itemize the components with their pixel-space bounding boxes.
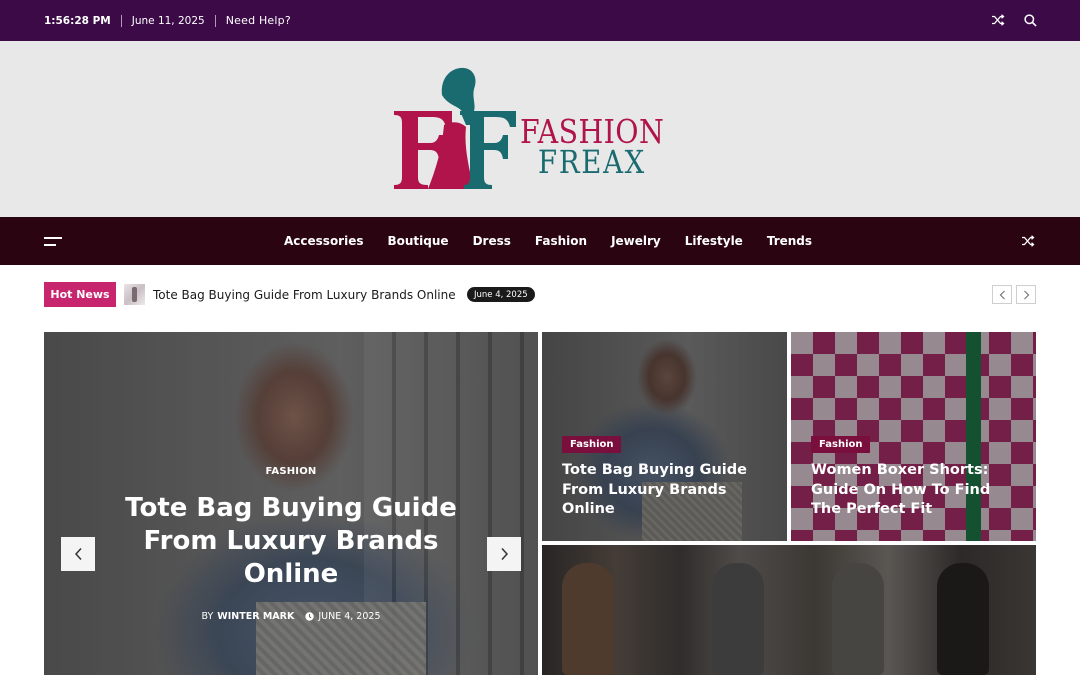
- card-overlay: [542, 545, 1036, 675]
- chevron-left-icon: [999, 290, 1005, 299]
- logo-wordmark: FASHION FREAX: [520, 115, 688, 178]
- top-bar-info: 1:56:28 PM June 11, 2025 Need Help?: [44, 0, 291, 41]
- nav-item-fashion[interactable]: Fashion: [535, 234, 587, 248]
- news-ticker: Hot News Tote Bag Buying Guide From Luxu…: [44, 282, 1036, 307]
- nav-item-lifestyle[interactable]: Lifestyle: [685, 234, 743, 248]
- divider: [214, 14, 216, 27]
- menu-icon[interactable]: [44, 237, 62, 247]
- hero-date: JUNE 4, 2025: [318, 611, 381, 622]
- ticker-controls: [992, 285, 1036, 304]
- ticker-thumbnail[interactable]: [124, 284, 145, 305]
- ticker-headline[interactable]: Tote Bag Buying Guide From Luxury Brands…: [153, 282, 456, 307]
- slider-prev-button[interactable]: [61, 537, 95, 571]
- featured-slider[interactable]: FASHION Tote Bag Buying Guide From Luxur…: [44, 332, 538, 675]
- divider: [120, 14, 122, 27]
- shuffle-icon[interactable]: [990, 12, 1006, 28]
- site-logo[interactable]: FASHION FREAX: [390, 65, 690, 191]
- chevron-left-icon: [74, 547, 82, 561]
- hero-meta: BY WINTER MARK JUNE 4, 2025: [44, 611, 538, 622]
- nav-item-jewelry[interactable]: Jewelry: [611, 234, 661, 248]
- search-icon[interactable]: [1022, 12, 1038, 28]
- card-category-tag[interactable]: Fashion: [562, 436, 622, 453]
- nav-item-boutique[interactable]: Boutique: [388, 234, 449, 248]
- post-card-image[interactable]: [542, 545, 1036, 675]
- site-header: FASHION FREAX: [0, 41, 1080, 217]
- clock-time: 1:56:28 PM: [44, 14, 111, 27]
- ticker-next-button[interactable]: [1016, 285, 1036, 304]
- clock-icon: [305, 612, 315, 621]
- shuffle-icon[interactable]: [1020, 233, 1036, 249]
- logo-mark-icon: [394, 67, 516, 189]
- logo-line-2: FREAX: [538, 143, 646, 181]
- nav-item-trends[interactable]: Trends: [767, 234, 812, 248]
- current-date: June 11, 2025: [131, 14, 205, 27]
- hot-news-label: Hot News: [44, 282, 116, 307]
- nav-item-dress[interactable]: Dress: [473, 234, 511, 248]
- post-card[interactable]: Fashion Women Boxer Shorts: Guide On How…: [791, 332, 1036, 541]
- ticker-date-badge: June 4, 2025: [467, 287, 535, 302]
- top-bar-icons: [990, 12, 1038, 28]
- chevron-right-icon: [1023, 290, 1029, 299]
- nav-menu: Accessories Boutique Dress Fashion Jewel…: [272, 217, 824, 265]
- ticker-prev-button[interactable]: [992, 285, 1012, 304]
- need-help-link[interactable]: Need Help?: [226, 14, 291, 27]
- hero-title[interactable]: Tote Bag Buying Guide From Luxury Brands…: [121, 492, 461, 591]
- hero-category[interactable]: FASHION: [44, 466, 538, 477]
- post-card[interactable]: Fashion Tote Bag Buying Guide From Luxur…: [542, 332, 787, 541]
- hero-author[interactable]: WINTER MARK: [217, 611, 294, 622]
- slider-next-button[interactable]: [487, 537, 521, 571]
- chevron-right-icon: [500, 547, 508, 561]
- card-category-tag[interactable]: Fashion: [811, 436, 871, 453]
- nav-item-accessories[interactable]: Accessories: [284, 234, 364, 248]
- byline-prefix: BY: [201, 611, 214, 622]
- card-title[interactable]: Women Boxer Shorts: Guide On How To Find…: [811, 461, 1021, 520]
- card-title[interactable]: Tote Bag Buying Guide From Luxury Brands…: [562, 461, 772, 520]
- main-nav: Accessories Boutique Dress Fashion Jewel…: [0, 217, 1080, 265]
- top-bar: 1:56:28 PM June 11, 2025 Need Help?: [0, 0, 1080, 41]
